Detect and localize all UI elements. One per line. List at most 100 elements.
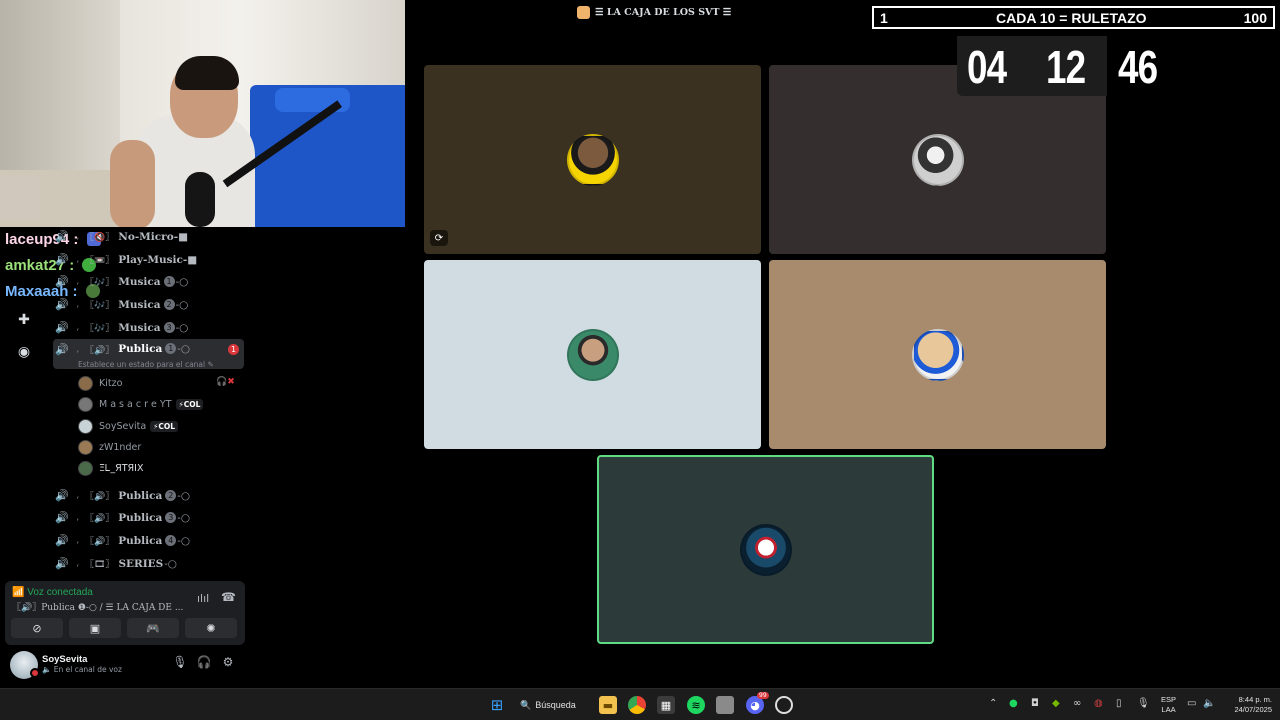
screen-share-icon[interactable]: ⟳ [430,230,448,246]
channel-suffix: -○ [175,275,189,288]
file-explorer-icon[interactable]: ▬ [599,696,617,714]
store-icon[interactable]: ▦ [657,696,675,714]
channel-number: 3 [163,322,175,333]
microphone-icon[interactable]: 🎙 [172,655,188,669]
channel-publica-4[interactable]: 🔊 ⸴ 〖🔊〗 Publica 4 -○ [53,530,245,551]
channel-icon: 〖📼〗 [85,256,115,266]
channel-no-micro[interactable]: 🔊 ⸴ 〖🔇〗 No-Micro-■ [53,226,245,247]
tray-app-icon[interactable]: ◘ [1031,698,1039,709]
goal-target: 100 [1243,9,1267,26]
speaker-icon: 🔈 [42,665,52,674]
voice-member[interactable]: SoySevita ⚡COL [78,416,179,436]
headphones-icon[interactable]: 🎧 [196,655,212,669]
channel-suffix: -○ [175,321,189,334]
video-tile[interactable] [424,260,761,449]
channel-series[interactable]: 🔊 ⸴ 〖🎞〗 SERIES -○ [53,553,245,574]
voice-status-text: Voz conectada [27,587,93,598]
system-clock[interactable]: 8:44 p. m. 24/07/2025 [1224,695,1272,715]
camera-off-icon: ⊘ [32,621,42,635]
channel-publica-2[interactable]: 🔊 ⸴ 〖🔊〗 Publica 2 -○ [53,485,245,506]
volume-icon[interactable]: 🔈 [1203,698,1215,709]
windows-start-icon[interactable]: ⊞ [488,696,506,714]
pin-icon: ⸴ [76,514,80,524]
chevron-up-icon[interactable]: ⌃ [989,698,997,709]
camera-off-button[interactable]: ⊘ [11,618,63,638]
timer-seconds: 46 [1118,41,1158,93]
voice-member[interactable]: Kitzo [78,373,122,393]
cam-shoes [0,175,40,220]
channel-number: 1 [165,343,177,354]
voice-member[interactable]: zW1nder [78,437,141,457]
discord-badge: 99 [757,692,769,699]
speaker-icon: 🔊 [55,343,69,356]
signal-icon: 📶 [12,587,25,598]
user-subtitle: 🔈 En el canal de voz [42,665,122,674]
app-icon[interactable] [716,696,734,714]
soundboard-button[interactable]: ✺ [185,618,237,638]
network-icon[interactable]: ▭ [1187,698,1196,709]
timer-minutes: 12 [1046,41,1086,93]
video-tile-speaking[interactable] [597,455,934,644]
speaker-icon: 🔊 [55,489,69,502]
member-name: SoySevita [99,420,147,432]
spotify-icon[interactable]: ≋ [687,696,705,714]
avatar [78,460,93,476]
avatar [78,439,93,455]
video-tile[interactable] [769,260,1106,449]
noise-suppression-icon[interactable]: ılıl [197,592,209,605]
channel-icon: 〖🎶〗 [85,301,115,311]
activity-button[interactable]: 🎮 [127,618,179,638]
call-title: ☰ LA CAJA DE LOS SVT ☰ [577,4,731,20]
cam-person-arm [110,140,155,227]
user-panel: SoySevita 🔈 En el canal de voz 🎙 🎧 ⚙ [5,648,245,686]
tray-spotify-icon[interactable]: ● [1009,698,1018,709]
channel-musica-1[interactable]: 🔊 ⸴ 〖🎶〗 Musica 1 -○ [53,271,245,292]
disconnect-icon[interactable]: ☎ [221,590,236,604]
nvidia-icon[interactable]: ◆ [1052,698,1060,709]
channel-suffix: -○ [177,511,190,524]
language-indicator[interactable]: ESP LAA [1161,695,1176,715]
user-name[interactable]: SoySevita [42,654,87,665]
channel-publica-3[interactable]: 🔊 ⸴ 〖🔊〗 Publica 3 -○ [53,507,245,528]
channel-musica-2[interactable]: 🔊 ⸴ 〖🎶〗 Musica 2 -○ [53,294,245,315]
channel-suffix: -○ [175,298,189,311]
participant-avatar [566,133,619,186]
language-code: ESP [1161,695,1177,704]
share-screen-button[interactable]: ▣ [69,618,121,638]
channel-icon: 〖🔊〗 [85,537,115,547]
voice-member[interactable]: M a s a c r e YT ⚡COL [78,394,204,414]
voice-member[interactable]: ΞᏞ_ЯΤЯΙХ [78,458,143,478]
gear-icon[interactable]: ⚙ [220,655,236,669]
link-icon[interactable]: ∞ [1073,698,1081,709]
cam-microphone [185,172,215,227]
call-title-text: ☰ LA CAJA DE LOS SVT ☰ [595,6,732,18]
obs-icon[interactable] [775,696,793,714]
chrome-icon[interactable] [628,696,646,714]
channel-status-hint[interactable]: Establece un estado para el canal ✎ [78,360,214,369]
voice-channel-link[interactable]: 〖🔊〗Publica ❶-○ / ☰ LA CAJA DE ... [12,600,183,613]
channel-musica-3[interactable]: 🔊 ⸴ 〖🎶〗 Musica 3 -○ [53,317,245,338]
video-tile[interactable]: ⟳ [424,65,761,254]
usb-icon[interactable]: ▯ [1116,698,1122,709]
pin-icon: ⸴ [76,233,80,243]
taskbar-search[interactable]: 🔍 Búsqueda [520,694,584,716]
taskbar: ⊞ 🔍 Búsqueda ▬ ▦ ≋ ◕ 99 ⌃ ● ◘ ◆ ∞ ◍ ▯ 🎙 E… [0,688,1280,720]
channel-name: Musica [118,321,161,334]
mention-badge: 1 [228,344,239,355]
discover-icon[interactable]: ◉ [12,340,36,364]
tray-shield-icon[interactable]: ◍ [1094,698,1103,709]
add-server-icon[interactable]: ✚ [12,308,36,332]
channel-number: 1 [163,276,175,287]
speaker-icon: 🔊 [55,511,69,524]
voice-status[interactable]: 📶 Voz conectada [12,587,93,598]
speaker-icon: 🔊 [55,298,69,311]
participant-avatar [911,328,964,381]
soundboard-icon: ✺ [206,621,216,635]
webcam-feed [0,0,405,227]
search-label: Búsqueda [535,700,576,710]
channel-number: 2 [163,299,175,310]
channel-play-music[interactable]: 🔊 ⸴ 〖📼〗 Play-Music-■ [53,249,245,270]
member-name: ΞᏞ_ЯΤЯΙХ [99,462,144,474]
mic-tray-icon[interactable]: 🎙 [1137,698,1150,709]
goal-label: CADA 10 = RULETAZO [996,9,1147,26]
